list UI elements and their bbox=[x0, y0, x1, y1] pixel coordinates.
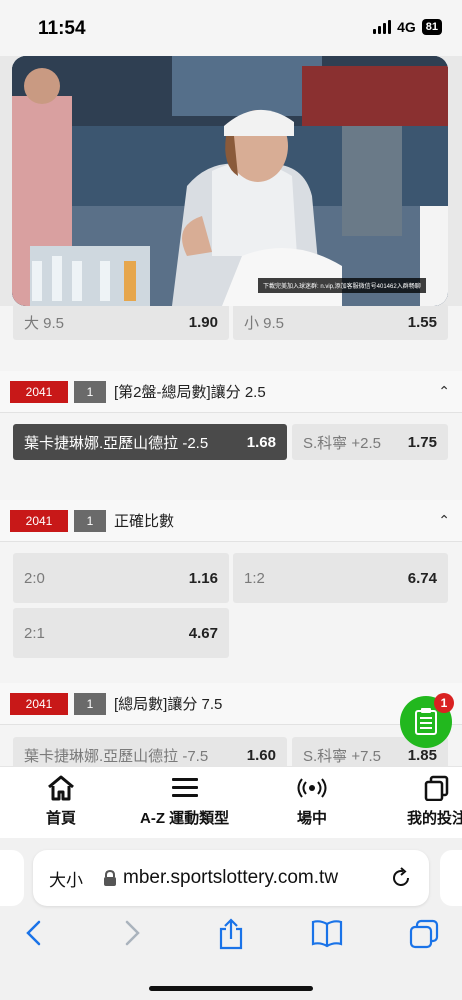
nav-label: 我的投注 bbox=[407, 810, 462, 827]
market-code-badge: 2041 bbox=[10, 692, 68, 715]
battery-icon: 81 bbox=[421, 19, 442, 35]
odd-value: 1.85 bbox=[407, 746, 437, 764]
bets-icon bbox=[424, 775, 449, 801]
odd-label: S.科寧 +7.5 bbox=[303, 747, 381, 765]
odd-value: 1.55 bbox=[407, 313, 437, 331]
nav-label: 場中 bbox=[297, 810, 328, 827]
odd-value: 1.68 bbox=[246, 433, 276, 451]
status-indicators: 4G 81 bbox=[373, 19, 442, 35]
market-title: [第2盤-總局數]讓分 2.5 bbox=[114, 384, 266, 401]
bookmarks-icon[interactable] bbox=[310, 918, 344, 948]
market-num-badge: 1 bbox=[74, 509, 106, 532]
market-num-badge: 1 bbox=[74, 692, 106, 715]
odd-value: 1.90 bbox=[188, 313, 218, 331]
market-title: [總局數]讓分 7.5 bbox=[114, 696, 223, 713]
odd-cell-selected[interactable]: 葉卡捷琳娜.亞歷山德拉 -2.5 1.68 bbox=[13, 424, 287, 460]
odd-value: 4.67 bbox=[188, 624, 218, 642]
odd-value: 1.60 bbox=[246, 746, 276, 764]
market-header[interactable]: 2041 1 [第2盤-總局數]讓分 2.5 ⌃ bbox=[0, 371, 462, 413]
nav-live[interactable]: 場中 bbox=[297, 775, 327, 828]
chevron-up-icon[interactable]: ⌃ bbox=[438, 512, 450, 529]
market-title: 正確比數 bbox=[114, 513, 175, 530]
market-code-badge: 2041 bbox=[10, 509, 68, 532]
chevron-up-icon[interactable]: ⌃ bbox=[438, 383, 450, 400]
odd-value: 6.74 bbox=[407, 569, 437, 587]
menu-icon bbox=[171, 778, 198, 797]
nav-home[interactable]: 首頁 bbox=[46, 775, 76, 828]
cellular-signal-icon bbox=[373, 20, 392, 34]
odd-cell[interactable]: 2:1 4.67 bbox=[13, 608, 229, 658]
bottom-nav: 首頁 A-Z 運動類型 場中 我的投注 bbox=[0, 766, 462, 838]
market-num-badge: 1 bbox=[74, 380, 106, 403]
previous-tab-preview[interactable] bbox=[0, 850, 24, 906]
odd-cell[interactable]: S.科寧 +2.5 1.75 bbox=[292, 424, 448, 460]
odd-cell[interactable]: 2:0 1.16 bbox=[13, 553, 229, 603]
address-bar[interactable]: 大小 mber.sportslottery.com.tw bbox=[33, 850, 429, 906]
odd-cell[interactable]: 小 9.5 1.55 bbox=[233, 304, 448, 340]
odd-label: 大 9.5 bbox=[24, 314, 65, 332]
odd-label: 2:0 bbox=[24, 569, 45, 587]
odd-value: 1.75 bbox=[407, 433, 437, 451]
back-icon[interactable] bbox=[22, 918, 46, 948]
status-bar: 11:54 4G 81 bbox=[0, 0, 462, 56]
odd-label: 小 9.5 bbox=[244, 314, 285, 332]
nav-my-bets[interactable]: 我的投注 bbox=[407, 775, 462, 828]
nav-label: A-Z 運動類型 bbox=[140, 810, 230, 827]
share-icon[interactable] bbox=[216, 918, 246, 950]
live-video-player[interactable]: 下載完美加入球迷群: n.vip,添加客服微信号401462入群畅聊 bbox=[12, 56, 448, 306]
odd-value: 1.16 bbox=[188, 569, 218, 587]
browser-toolbar: 大小 mber.sportslottery.com.tw bbox=[0, 838, 462, 1000]
nav-label: 首頁 bbox=[46, 810, 77, 827]
video-caption: 下載完美加入球迷群: n.vip,添加客服微信号401462入群畅聊 bbox=[258, 278, 426, 293]
text-size-button[interactable]: 大小 bbox=[49, 866, 83, 891]
reload-icon[interactable] bbox=[389, 866, 413, 890]
betslip-count-badge: 1 bbox=[434, 693, 454, 713]
odd-label: 葉卡捷琳娜.亞歷山德拉 -7.5 bbox=[24, 747, 209, 765]
network-type: 4G bbox=[397, 19, 416, 35]
odd-cell[interactable]: 1:2 6.74 bbox=[233, 553, 448, 603]
url-text: mber.sportslottery.com.tw bbox=[123, 867, 339, 888]
odd-cell[interactable]: 大 9.5 1.90 bbox=[13, 304, 229, 340]
next-tab-preview[interactable] bbox=[440, 850, 462, 906]
market-code-badge: 2041 bbox=[10, 380, 68, 403]
market-header[interactable]: 2041 1 正確比數 ⌃ bbox=[0, 500, 462, 542]
home-indicator bbox=[149, 986, 313, 991]
market-header[interactable]: 2041 1 [總局數]讓分 7.5 bbox=[0, 683, 462, 725]
odd-label: S.科寧 +2.5 bbox=[303, 434, 381, 452]
tabs-icon[interactable] bbox=[408, 918, 440, 950]
live-icon bbox=[297, 778, 327, 798]
nav-az-sports[interactable]: A-Z 運動類型 bbox=[140, 775, 229, 828]
forward-icon[interactable] bbox=[120, 918, 144, 948]
nav-my-bets-clip: 我的投注 bbox=[400, 767, 462, 839]
lock-icon bbox=[104, 870, 116, 886]
odd-label: 葉卡捷琳娜.亞歷山德拉 -2.5 bbox=[24, 434, 209, 452]
home-icon bbox=[48, 775, 74, 801]
status-time: 11:54 bbox=[38, 18, 86, 39]
odd-label: 2:1 bbox=[24, 624, 45, 642]
betslip-icon bbox=[415, 708, 437, 735]
odd-label: 1:2 bbox=[244, 569, 265, 587]
video-frame bbox=[12, 56, 448, 306]
